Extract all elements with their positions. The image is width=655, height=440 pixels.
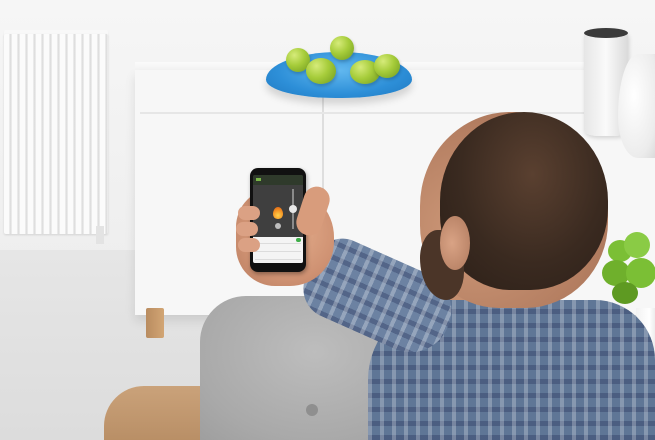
apple [330,36,354,60]
sideboard-leg [146,308,164,338]
apple [306,58,336,84]
speaker-top-ring [584,28,628,38]
finger [236,222,258,236]
radiator-pipe [96,226,104,244]
settings-row[interactable] [255,245,301,252]
temperature-slider-knob[interactable] [289,205,297,213]
sideboard-groove [140,112,645,114]
finger [238,206,260,220]
radiator [4,34,108,234]
white-vase [618,54,655,158]
apple [374,54,400,78]
settings-row[interactable] [255,253,301,260]
app-logo-icon [256,178,261,181]
couch-button [306,404,318,416]
living-room-scene [0,0,655,440]
settings-row[interactable] [255,237,301,244]
hair [440,112,608,290]
mode-button[interactable] [275,223,281,229]
finger [238,238,260,252]
ear [440,216,470,270]
flame-icon [273,207,283,219]
toggle-switch[interactable] [296,238,301,242]
